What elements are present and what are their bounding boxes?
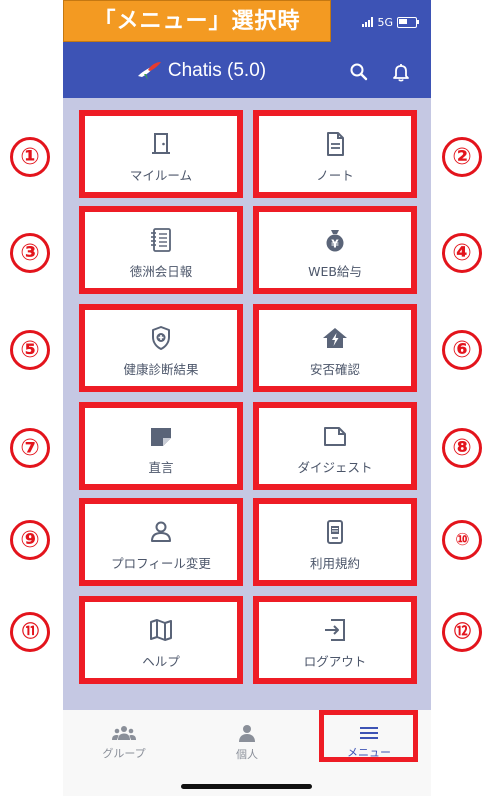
tile-label: 直言	[148, 459, 174, 475]
search-icon[interactable]	[348, 61, 370, 83]
annotation-number-12: ⑫	[442, 612, 482, 652]
folded-note-icon	[151, 427, 171, 446]
tile-label: 徳洲会日報	[129, 263, 193, 279]
money-bag-icon: ¥	[326, 229, 344, 251]
annotation-number-11: ⑪	[10, 612, 50, 652]
annotation-number-7: ⑦	[10, 428, 50, 468]
tile-tokushukai-daily[interactable]: 徳洲会日報	[79, 206, 243, 294]
notebook-icon	[151, 227, 171, 252]
person-icon	[151, 521, 171, 542]
tile-label: ヘルプ	[142, 653, 180, 669]
app-bar: Chatis (5.0)	[63, 44, 431, 98]
door-icon	[152, 132, 170, 154]
house-alert-icon	[323, 327, 347, 348]
annotation-number-2: ②	[442, 137, 482, 177]
nav-label: グループ	[102, 747, 146, 760]
tile-label: WEB給与	[308, 263, 362, 279]
nav-item-personal[interactable]: 個人	[192, 716, 302, 770]
annotation-number-8: ⑧	[442, 428, 482, 468]
svg-text:¥: ¥	[331, 237, 339, 250]
tile-direct-opinion[interactable]: 直言	[79, 402, 243, 490]
tile-web-salary[interactable]: ¥ WEB給与	[253, 206, 417, 294]
menu-grid: マイルーム ノート 徳洲会日報 ¥ WEB給与 健康診断結果 安否確認 直言 ダ…	[63, 98, 431, 710]
annotation-number-1: ①	[10, 137, 50, 177]
tile-label: プロフィール変更	[111, 555, 211, 571]
tile-label: マイルーム	[129, 167, 193, 183]
tile-label: 安否確認	[309, 361, 360, 377]
tile-label: 健康診断結果	[123, 361, 199, 377]
annotation-number-9: ⑨	[10, 520, 50, 560]
nav-label: 個人	[236, 748, 258, 761]
shield-plus-icon	[152, 325, 170, 350]
home-indicator	[181, 784, 312, 789]
signal-icon	[362, 17, 374, 27]
nav-item-group[interactable]: グループ	[69, 716, 179, 770]
app-title: Chatis (5.0)	[63, 44, 339, 98]
tile-profile-edit[interactable]: プロフィール変更	[79, 498, 243, 586]
annotation-number-3: ③	[10, 233, 50, 273]
tile-label: ダイジェスト	[297, 459, 373, 475]
tile-digest[interactable]: ダイジェスト	[253, 402, 417, 490]
annotation-number-6: ⑥	[442, 330, 482, 370]
app-title-text: Chatis (5.0)	[167, 60, 267, 81]
person-icon	[239, 725, 255, 742]
logout-icon	[325, 618, 345, 641]
tile-logout[interactable]: ログアウト	[253, 596, 417, 684]
phone-screen: 「メニュー」選択時 5G Chatis (5.0) マイルーム ノート 徳洲会日…	[63, 0, 431, 796]
bell-icon[interactable]	[390, 61, 412, 83]
tile-label: 利用規約	[309, 555, 360, 571]
annotation-banner: 「メニュー」選択時	[63, 0, 331, 42]
tile-terms-of-use[interactable]: 利用規約	[253, 498, 417, 586]
tile-help[interactable]: ヘルプ	[79, 596, 243, 684]
map-icon	[150, 618, 172, 641]
annotation-number-4: ④	[442, 233, 482, 273]
annotation-number-10: ⑩	[442, 520, 482, 560]
tile-health-checkup[interactable]: 健康診断結果	[79, 304, 243, 392]
bird-logo-icon	[137, 62, 161, 80]
document-icon	[327, 131, 344, 156]
folded-note-outline-icon	[324, 426, 346, 446]
menu-annotation-box	[319, 710, 418, 762]
tile-label: ノート	[316, 167, 354, 183]
tile-label: ログアウト	[303, 653, 367, 669]
status-bar: 「メニュー」選択時 5G	[63, 0, 431, 44]
battery-icon	[397, 16, 419, 28]
group-icon	[112, 726, 136, 740]
tile-safety-confirmation[interactable]: 安否確認	[253, 304, 417, 392]
network-label: 5G	[377, 15, 393, 29]
tile-note[interactable]: ノート	[253, 110, 417, 198]
status-indicators: 5G	[362, 14, 419, 30]
tile-my-room[interactable]: マイルーム	[79, 110, 243, 198]
annotation-number-5: ⑤	[10, 330, 50, 370]
phone-list-icon	[327, 519, 343, 544]
